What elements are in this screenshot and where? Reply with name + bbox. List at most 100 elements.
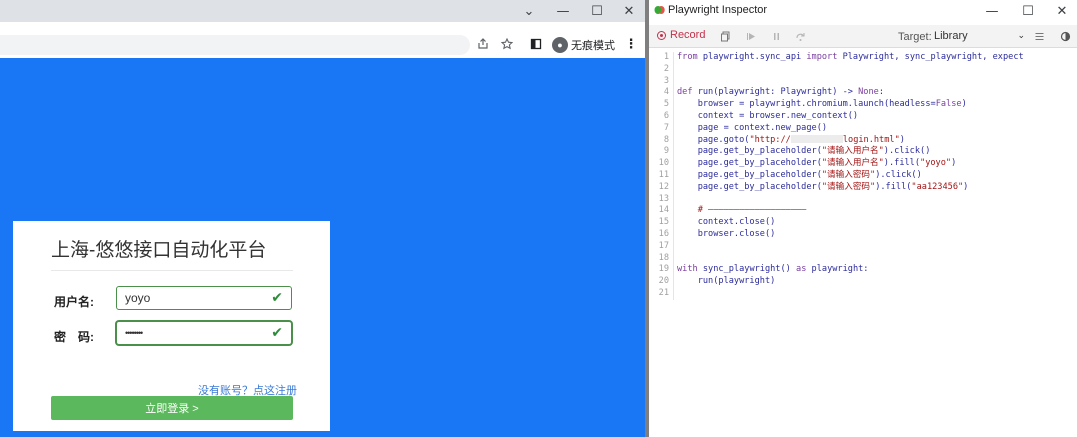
title-divider [51, 270, 293, 271]
code-text: def run(playwright: Playwright) -> None: [677, 87, 884, 98]
inspector-titlebar: Playwright Inspector — ☐ ✕ [649, 0, 1077, 20]
code-line: 20 run(playwright) [649, 276, 1077, 288]
code-line: 7 page = context.new_page() [649, 122, 1077, 135]
target-label: Target: [898, 31, 932, 43]
line-number: 10 [658, 158, 669, 169]
wrap-lines-icon[interactable] [1031, 28, 1047, 44]
code-line: 5 browser = playwright.chromium.launch(h… [649, 99, 1077, 111]
incognito-label: 无痕模式 [571, 39, 615, 52]
code-text: context = browser.new_context() [677, 110, 859, 121]
inspector-title: Playwright Inspector [668, 4, 768, 16]
incognito-indicator[interactable]: ● 无痕模式 [552, 35, 618, 54]
line-number: 13 [658, 193, 669, 204]
code-text: # ——————————————————— [677, 205, 807, 216]
code-line: 13 [649, 193, 1077, 206]
line-number: 2 [663, 63, 669, 74]
password-label: 密 码: [54, 330, 94, 344]
incognito-icon: ● [552, 36, 568, 53]
line-number: 4 [663, 87, 669, 98]
line-number: 5 [663, 99, 669, 110]
code-text: from playwright.sync_api import Playwrig… [677, 52, 1024, 62]
code-line: 17 [649, 240, 1077, 253]
chevron-down-icon: ⌄ [1017, 31, 1025, 41]
code-text: page.get_by_placeholder("请输入用户名").fill("… [677, 158, 957, 169]
code-text: page.get_by_placeholder("请输入密码").fill("a… [677, 181, 969, 192]
maximize-button[interactable]: ☐ [580, 0, 614, 22]
code-text: run(playwright) [677, 276, 776, 287]
line-number: 20 [658, 276, 669, 287]
code-text: browser.close() [677, 228, 776, 239]
copy-icon[interactable] [717, 28, 733, 44]
line-number: 16 [658, 228, 669, 239]
password-input[interactable]: •••••••• ✔ [116, 321, 292, 345]
web-page: 上海-悠悠接口自动化平台 用户名: yoyo ✔ 密 码: •••••••• ✔… [0, 58, 645, 437]
code-line: 16 browser.close() [649, 228, 1077, 241]
username-label: 用户名: [54, 295, 94, 309]
playwright-logo-icon [654, 4, 665, 14]
line-number: 9 [663, 146, 669, 157]
star-icon[interactable] [498, 34, 516, 54]
code-editor[interactable]: 1 from playwright.sync_api import Playwri… [649, 52, 1077, 437]
close-button[interactable]: ✕ [1045, 0, 1077, 22]
inspector-toolbar: Record Target: Library ⌄ [649, 25, 1077, 48]
browser-window: ⌄ — ☐ ✕ ● 无痕模式 ⋮ 上海-悠悠接口自动化平台 用户名: yoyo … [0, 0, 645, 437]
line-number: 6 [663, 110, 669, 121]
redacted-url [790, 135, 843, 144]
maximize-button[interactable]: ☐ [1011, 0, 1045, 22]
line-number: 8 [663, 134, 669, 145]
target-value: Library [934, 30, 968, 42]
pause-icon[interactable] [768, 28, 784, 44]
step-over-icon[interactable] [792, 28, 808, 44]
code-line: 11 page.get_by_placeholder("请输入密码").clic… [649, 169, 1077, 182]
password-value: •••••••• [125, 328, 143, 338]
minimize-button[interactable]: — [975, 0, 1009, 22]
login-button[interactable]: 立即登录 > [51, 396, 293, 420]
line-number: 7 [663, 122, 669, 133]
record-label: Record [670, 29, 706, 41]
code-text: browser = playwright.chromium.launch(hea… [677, 99, 967, 110]
code-line: 2 [649, 63, 1077, 76]
code-text: page.goto("http://login.html") [677, 134, 905, 145]
line-number: 12 [658, 181, 669, 192]
code-line: 1 from playwright.sync_api import Playwri… [649, 52, 1077, 64]
kebab-menu-icon[interactable]: ⋮ [624, 34, 638, 54]
theme-toggle-icon[interactable] [1057, 28, 1073, 44]
code-text: page.get_by_placeholder("请输入密码").click() [677, 169, 922, 180]
code-line: 14 # ——————————————————— [649, 205, 1077, 218]
code-text: context.close() [677, 217, 776, 228]
share-icon[interactable] [474, 34, 492, 54]
login-card: 上海-悠悠接口自动化平台 用户名: yoyo ✔ 密 码: •••••••• ✔… [13, 221, 330, 431]
minimize-button[interactable]: — [546, 0, 580, 22]
check-icon: ✔ [271, 325, 283, 341]
code-line: 12 page.get_by_placeholder("请输入密码").fill… [649, 181, 1077, 194]
line-number: 3 [663, 75, 669, 86]
address-bar[interactable] [0, 35, 470, 55]
line-number: 1 [663, 52, 669, 62]
code-line: 4 def run(playwright: Playwright) -> None… [649, 87, 1077, 100]
line-number: 14 [658, 205, 669, 216]
code-line: 21 [649, 287, 1077, 300]
line-number: 21 [658, 287, 669, 298]
record-button[interactable]: Record [657, 29, 705, 41]
code-line: 9 page.get_by_placeholder("请输入用户名").clic… [649, 146, 1077, 159]
code-text: page.get_by_placeholder("请输入用户名").click(… [677, 146, 931, 157]
code-text: with sync_playwright() as playwright: [677, 264, 869, 275]
code-line: 10 page.get_by_placeholder("请输入用户名").fil… [649, 158, 1077, 170]
login-title: 上海-悠悠接口自动化平台 [51, 240, 267, 261]
username-value: yoyo [125, 291, 151, 305]
close-button[interactable]: ✕ [612, 0, 646, 22]
line-number: 15 [658, 217, 669, 228]
code-line: 15 context.close() [649, 217, 1077, 229]
username-input[interactable]: yoyo ✔ [116, 286, 292, 310]
inspector-window: Playwright Inspector — ☐ ✕ Record Target… [649, 0, 1077, 437]
line-number: 19 [658, 264, 669, 275]
line-number: 18 [658, 252, 669, 263]
sidebar-icon[interactable] [527, 34, 545, 54]
code-line: 8 page.goto("http://login.html") [649, 134, 1077, 147]
resume-icon[interactable] [743, 28, 759, 44]
line-number: 11 [658, 169, 669, 180]
line-number: 17 [658, 240, 669, 251]
target-select[interactable]: Library ⌄ [934, 28, 1025, 44]
record-icon [657, 30, 666, 40]
tab-search-icon[interactable]: ⌄ [512, 0, 546, 22]
